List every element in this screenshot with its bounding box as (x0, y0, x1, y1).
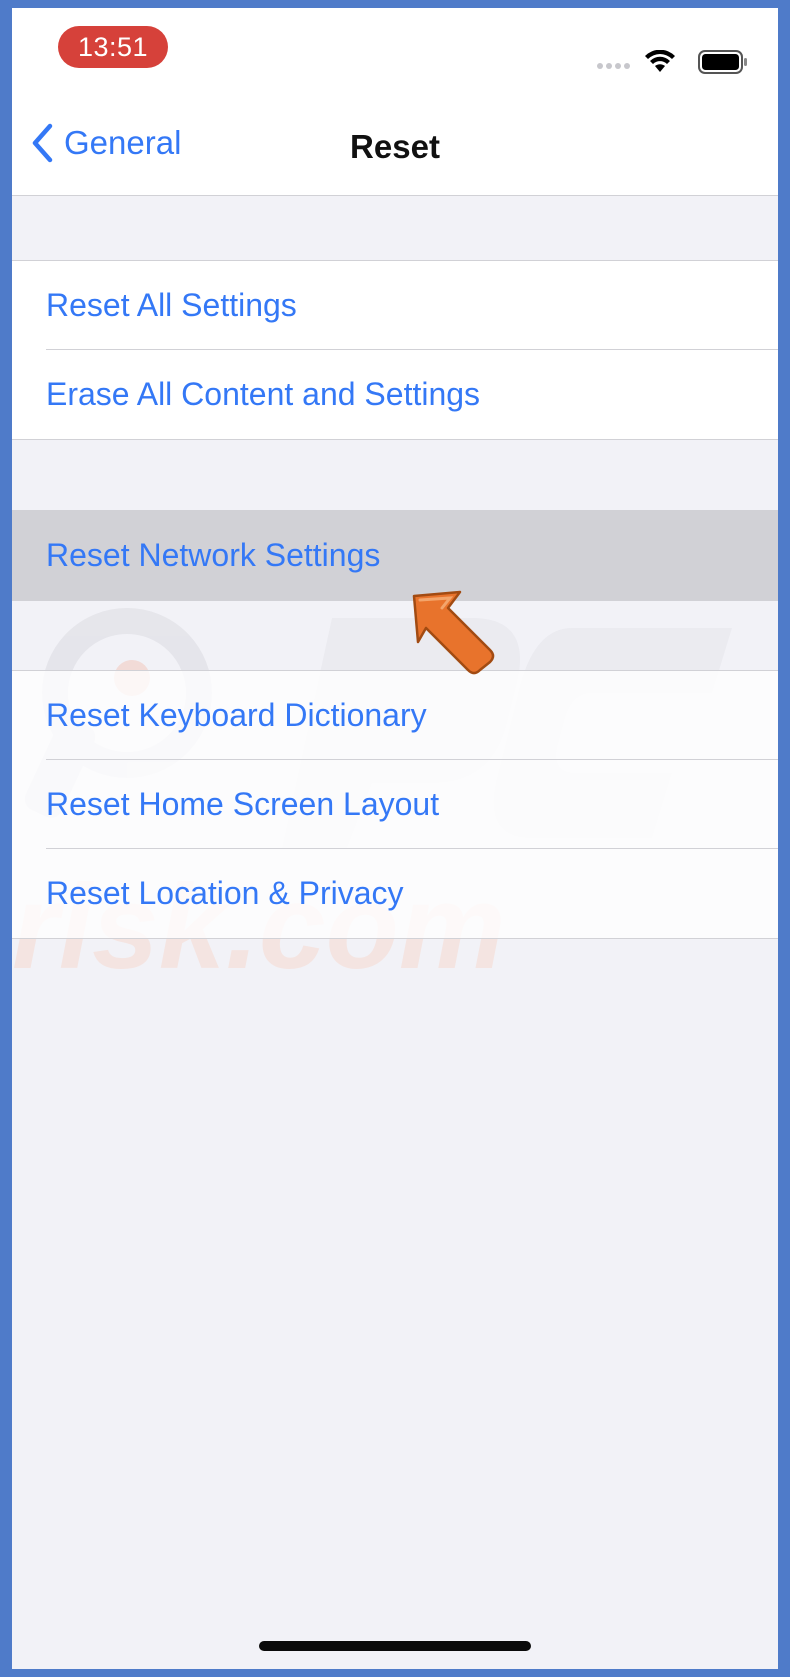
status-bar: 13:51 (12, 8, 778, 90)
settings-group-network: Reset Network Settings (12, 510, 778, 601)
reset-network-settings-row[interactable]: Reset Network Settings (12, 511, 778, 600)
reset-keyboard-dictionary-row[interactable]: Reset Keyboard Dictionary (12, 671, 778, 760)
phone-screen: 13:51 General Reset Reset All Settings E… (12, 8, 778, 1669)
status-time: 13:51 (58, 26, 168, 68)
settings-group-other: Reset Keyboard Dictionary Reset Home Scr… (12, 670, 778, 939)
reset-location-privacy-row[interactable]: Reset Location & Privacy (12, 849, 778, 938)
wifi-icon (645, 50, 675, 72)
pointer-arrow-icon (412, 590, 495, 675)
reset-all-settings-row[interactable]: Reset All Settings (12, 261, 778, 350)
page-title: Reset (350, 128, 440, 165)
reset-home-screen-layout-row[interactable]: Reset Home Screen Layout (12, 760, 778, 849)
signal-icon (597, 63, 630, 69)
battery-icon (698, 50, 747, 74)
home-indicator[interactable] (259, 1641, 531, 1651)
settings-group-reset: Reset All Settings Erase All Content and… (12, 260, 778, 440)
erase-all-content-row[interactable]: Erase All Content and Settings (12, 350, 778, 439)
navigation-bar: General Reset (12, 90, 778, 196)
